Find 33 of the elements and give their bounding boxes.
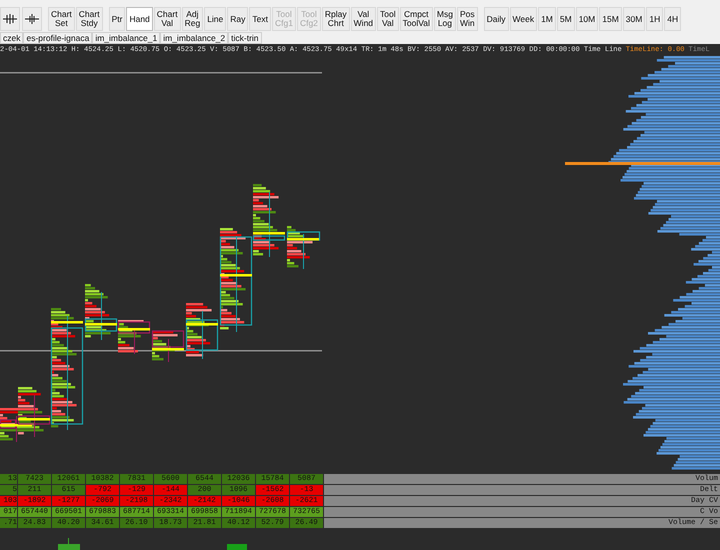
toolbar-button[interactable]: Hand [126,7,153,31]
toolbar-button[interactable]: Val Wind [350,7,376,31]
toolbar-button[interactable]: 4H [664,7,682,31]
toolbar-button[interactable]: Adj Reg [182,7,204,31]
toolbar-button[interactable]: Chart Set [48,7,75,31]
toolbar-button[interactable]: 1H [646,7,664,31]
toolbar-button[interactable]: Tool Val [377,7,399,31]
chartbook-tab[interactable]: czek [0,32,24,44]
toolbar-button[interactable]: 10M [576,7,598,31]
toolbar-button[interactable]: 15M [599,7,622,31]
toolbar-button[interactable]: 5M [556,7,575,31]
chartbook-tab[interactable]: im_imbalance_2 [160,32,228,44]
toolbar-button[interactable]: Text [249,7,271,31]
toolbar-button[interactable]: Daily [484,7,508,31]
toolbar-button[interactable]: Ray [227,7,248,31]
bars-icon [24,13,40,25]
toolbar-button[interactable]: Line [204,7,226,31]
toolbar-button[interactable]: Chart Stdy [76,7,103,31]
toolbar-button[interactable]: Pos Win [456,7,478,31]
toolbar-button[interactable]: Chart Val [154,7,181,31]
toolbar-button[interactable]: Msg Log [434,7,456,31]
toolbar-button[interactable]: 30M [622,7,646,31]
chartbook-tab[interactable]: im_imbalance_1 [92,32,160,44]
zoom-out-bars-button[interactable] [22,7,42,31]
zoom-in-bars-button[interactable] [0,7,20,31]
bars-icon [2,13,18,25]
toolbar-button[interactable]: 1M [538,7,556,31]
toolbar-button[interactable]: Ptr [108,7,126,31]
toolbar-button[interactable]: Week [510,7,538,31]
chartbook-tab[interactable]: tick-trin [228,32,262,44]
chartbook-tab[interactable]: es-profile-ignaca [23,32,92,44]
toolbar-button[interactable]: Rplay Chrt [322,7,350,31]
toolbar-button[interactable]: Cmpct ToolVal [400,7,433,31]
